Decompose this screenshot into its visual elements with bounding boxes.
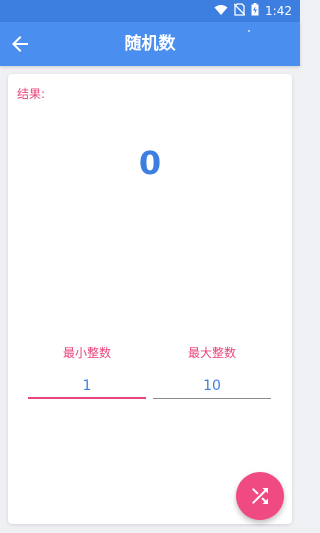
result-card: 结果: 0 最小整数 最大整数: [8, 74, 292, 524]
max-integer-input[interactable]: [153, 375, 271, 397]
status-bar: 1:42: [0, 0, 300, 22]
min-integer-field: 最小整数: [28, 344, 146, 399]
min-input-underline: [28, 397, 146, 399]
status-icons: 1:42: [214, 3, 292, 19]
battery-charging-icon: [251, 3, 259, 19]
max-integer-field: 最大整数: [153, 344, 271, 399]
max-integer-label: 最大整数: [187, 346, 236, 360]
max-input-underline: [153, 398, 271, 399]
status-time: 1:42: [265, 4, 292, 18]
no-sim-icon: [233, 3, 246, 19]
shuffle-icon: [252, 488, 268, 504]
result-label: 结果:: [17, 87, 46, 101]
decorative-dot: [248, 30, 250, 32]
min-integer-input[interactable]: [28, 375, 146, 397]
result-value: 0: [138, 144, 162, 182]
page-title: 随机数: [124, 34, 176, 54]
min-integer-label: 最小整数: [62, 346, 111, 360]
wifi-icon: [214, 4, 228, 19]
app-bar: 随机数: [0, 22, 300, 66]
shuffle-button[interactable]: [236, 472, 284, 520]
